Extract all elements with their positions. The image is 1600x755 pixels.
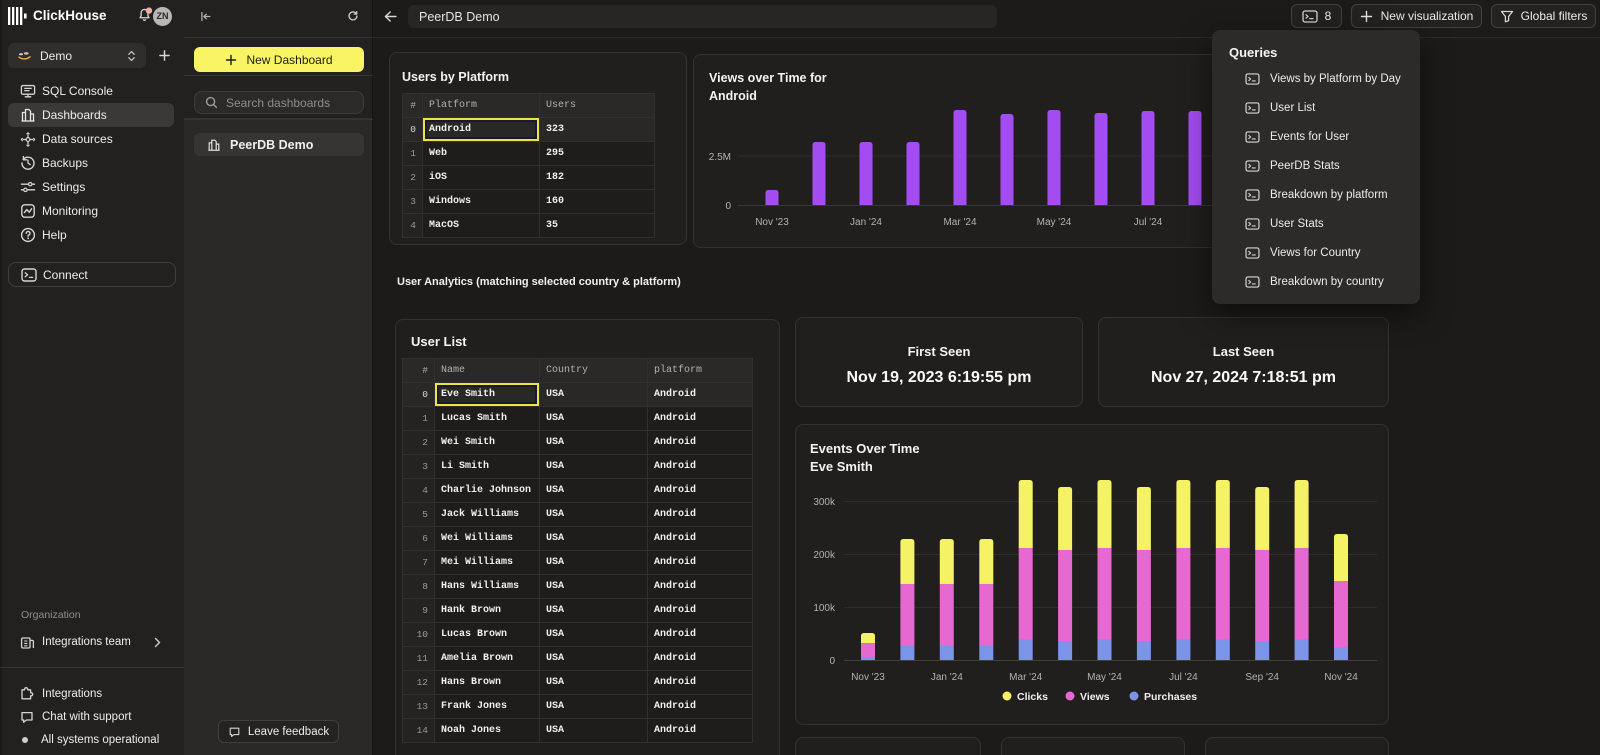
svg-text:Sep '24: Sep '24 <box>1245 672 1279 683</box>
svg-text:May '24: May '24 <box>1087 672 1122 683</box>
svg-text:Jan '24: Jan '24 <box>850 217 882 228</box>
svg-text:Clicks: Clicks <box>1017 691 1048 703</box>
svg-text:0: 0 <box>829 656 835 667</box>
svg-text:2.5M: 2.5M <box>709 152 731 163</box>
svg-text:200k: 200k <box>813 550 836 561</box>
svg-text:Jul '24: Jul '24 <box>1169 672 1198 683</box>
svg-text:Views: Views <box>1080 691 1110 703</box>
svg-text:Nov '23: Nov '23 <box>851 672 885 683</box>
svg-text:May '24: May '24 <box>1037 217 1072 228</box>
svg-text:Purchases: Purchases <box>1144 691 1197 703</box>
svg-text:100k: 100k <box>813 603 836 614</box>
svg-text:Jan '24: Jan '24 <box>931 672 963 683</box>
svg-text:Nov '23: Nov '23 <box>755 217 789 228</box>
svg-text:300k: 300k <box>813 497 836 508</box>
svg-text:Nov '24: Nov '24 <box>1324 672 1358 683</box>
svg-text:Mar '24: Mar '24 <box>943 217 976 228</box>
svg-text:Mar '24: Mar '24 <box>1009 672 1042 683</box>
svg-text:0: 0 <box>725 201 731 212</box>
svg-text:Jul '24: Jul '24 <box>1134 217 1163 228</box>
